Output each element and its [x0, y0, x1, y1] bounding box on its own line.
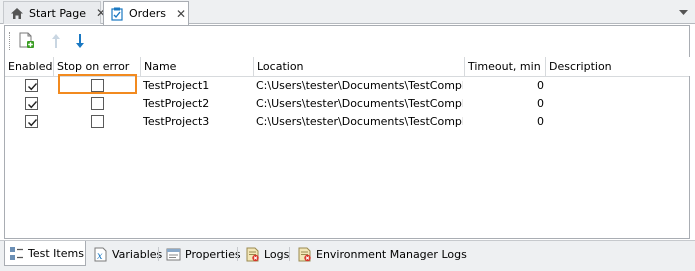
- home-icon: [10, 5, 24, 21]
- orders-panel: Enabled Stop on error Name Location Time…: [4, 25, 690, 239]
- tab-label: Logs: [264, 247, 290, 261]
- stop-on-error-checkbox[interactable]: [91, 97, 104, 110]
- move-up-button[interactable]: [46, 32, 66, 52]
- column-header-description[interactable]: Description: [546, 57, 690, 76]
- tab-separator: [289, 247, 290, 261]
- table-row[interactable]: TestProject2 C:\Users\tester\Documents\T…: [5, 95, 689, 113]
- tab-label: Environment Manager Logs: [316, 247, 467, 261]
- move-up-icon: [51, 33, 61, 52]
- toolbar: [5, 26, 689, 56]
- stop-on-error-highlight: [58, 74, 137, 94]
- logs-icon: [244, 246, 260, 262]
- tab-label: Start Page: [29, 6, 86, 20]
- tab-label: Orders: [129, 7, 166, 20]
- document-tab-strip: Start Page ✕ Orders ✕: [0, 0, 695, 25]
- variables-icon: x: [92, 246, 108, 262]
- column-header-name[interactable]: Name: [141, 57, 254, 76]
- column-header-enabled[interactable]: Enabled: [5, 57, 54, 76]
- column-header-location[interactable]: Location: [254, 57, 465, 76]
- tab-logs[interactable]: Logs: [240, 243, 293, 265]
- orders-icon: [110, 6, 124, 22]
- tab-start-page[interactable]: Start Page ✕: [3, 1, 106, 24]
- column-header-timeout[interactable]: Timeout, min: [465, 57, 546, 76]
- stop-on-error-checkbox[interactable]: [91, 115, 104, 128]
- tab-list-dropdown-icon[interactable]: [677, 6, 689, 18]
- test-items-icon: [9, 245, 24, 261]
- tab-separator: [158, 247, 159, 261]
- move-down-icon: [75, 33, 85, 52]
- enabled-checkbox[interactable]: [25, 79, 38, 92]
- tab-test-items[interactable]: Test Items: [4, 241, 86, 266]
- svg-text:x: x: [97, 251, 103, 262]
- tab-environment-manager-logs[interactable]: Environment Manager Logs: [292, 243, 471, 265]
- enabled-checkbox[interactable]: [25, 115, 38, 128]
- bottom-tab-strip: Test Items x Variables Properties Logs E…: [0, 240, 695, 271]
- tab-orders[interactable]: Orders ✕: [103, 1, 189, 25]
- add-test-item-button[interactable]: [16, 32, 36, 52]
- move-down-button[interactable]: [70, 32, 90, 52]
- tab-separator: [237, 247, 238, 261]
- description-cell[interactable]: [548, 95, 688, 113]
- enabled-checkbox[interactable]: [25, 97, 38, 110]
- tab-label: Properties: [185, 247, 241, 261]
- table-row[interactable]: TestProject3 C:\Users\tester\Documents\T…: [5, 113, 689, 131]
- location-cell[interactable]: C:\Users\tester\Documents\TestComple…: [256, 95, 463, 113]
- tab-label: Test Items: [28, 246, 84, 260]
- description-cell[interactable]: [548, 77, 688, 95]
- location-cell[interactable]: C:\Users\tester\Documents\TestComple…: [256, 113, 463, 131]
- name-cell[interactable]: TestProject2: [143, 95, 253, 113]
- properties-icon: [165, 246, 181, 262]
- tab-properties[interactable]: Properties: [161, 243, 245, 265]
- timeout-cell[interactable]: 0: [467, 95, 544, 113]
- tab-label: Variables: [112, 247, 163, 261]
- environment-logs-icon: [296, 246, 312, 262]
- location-cell[interactable]: C:\Users\tester\Documents\TestComple…: [256, 77, 463, 95]
- description-cell[interactable]: [548, 113, 688, 131]
- timeout-cell[interactable]: 0: [467, 113, 544, 131]
- close-icon[interactable]: ✕: [176, 7, 186, 21]
- toolbar-grip[interactable]: [9, 32, 12, 50]
- tab-variables[interactable]: x Variables: [88, 243, 166, 265]
- name-cell[interactable]: TestProject3: [143, 113, 253, 131]
- name-cell[interactable]: TestProject1: [143, 77, 253, 95]
- timeout-cell[interactable]: 0: [467, 77, 544, 95]
- add-test-item-icon: [18, 32, 35, 52]
